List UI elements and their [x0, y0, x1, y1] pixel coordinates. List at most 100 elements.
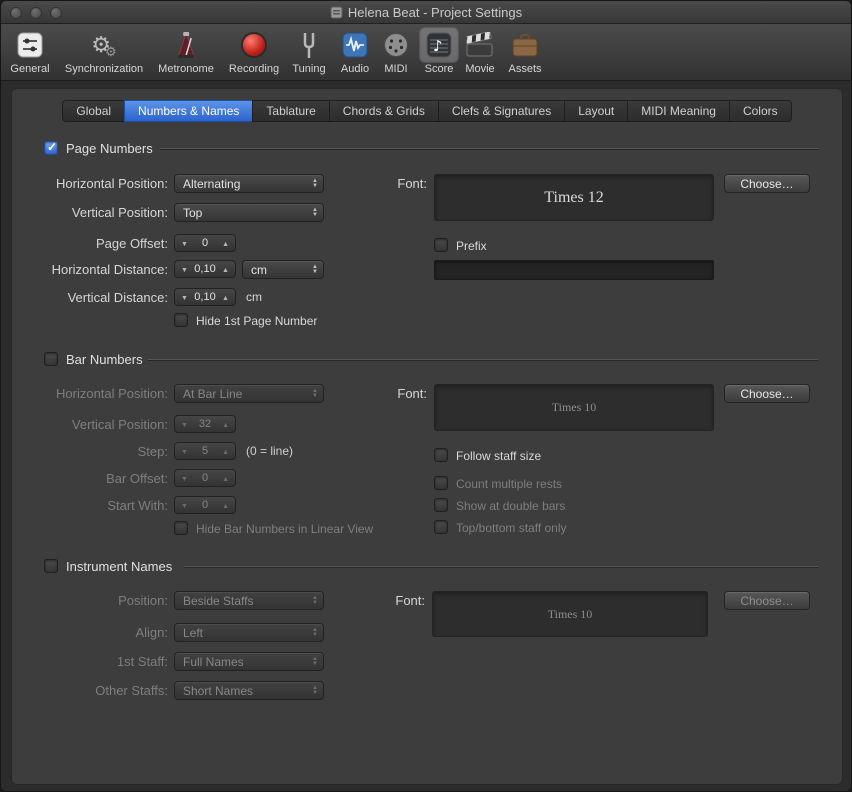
page-font-box: Times 12: [434, 174, 714, 221]
toolbar-label: Tuning: [292, 63, 325, 75]
popup-arrows-icon: [312, 628, 318, 638]
page-offset-stepper[interactable]: 0: [174, 234, 236, 252]
bar-font-box: Times 10: [434, 384, 714, 431]
toolbar-item-general[interactable]: General: [10, 27, 50, 75]
section-divider: [184, 566, 818, 567]
page-offset-label: Page Offset:: [12, 236, 168, 251]
toolbar-label: MIDI: [384, 63, 407, 75]
vertical-distance-unit-text: cm: [246, 290, 262, 304]
svg-text:♪: ♪: [433, 37, 443, 55]
start-with-stepper: 0: [174, 496, 236, 514]
popup-arrows-icon: [312, 686, 318, 696]
title-bar: Helena Beat - Project Settings: [1, 1, 851, 24]
tab-chords-grids[interactable]: Chords & Grids: [329, 100, 439, 122]
show-double-bars-label: Show at double bars: [456, 499, 565, 513]
popup-arrows-icon: [312, 208, 318, 218]
toolbar-item-midi[interactable]: MIDI: [376, 27, 416, 75]
bar-horizontal-position-label: Horizontal Position:: [12, 386, 168, 401]
vertical-distance-label: Vertical Distance:: [12, 290, 168, 305]
minimize-window-button[interactable]: [30, 7, 42, 19]
horizontal-position-popup[interactable]: Alternating: [174, 174, 324, 193]
stepper-value: 0: [202, 472, 208, 484]
bar-vertical-position-label: Vertical Position:: [12, 417, 168, 432]
tab-global[interactable]: Global: [62, 100, 125, 122]
toolbar-label: Movie: [465, 63, 494, 75]
page-font-choose-button[interactable]: Choose…: [724, 174, 810, 193]
hide-first-page-number-checkbox[interactable]: [174, 313, 188, 327]
step-hint-text: (0 = line): [246, 444, 293, 458]
popup-value: Full Names: [183, 655, 244, 669]
traffic-lights: [10, 7, 62, 19]
align-label: Align:: [12, 625, 168, 640]
stepper-down-icon: [181, 472, 188, 484]
vertical-distance-stepper[interactable]: 0,10: [174, 288, 236, 306]
horizontal-distance-stepper[interactable]: 0,10: [174, 260, 236, 278]
toolbar-item-tuning[interactable]: Tuning: [292, 27, 326, 75]
vertical-position-popup[interactable]: Top: [174, 203, 324, 222]
follow-staff-size-label: Follow staff size: [456, 449, 541, 463]
bar-numbers-checkbox[interactable]: [44, 352, 58, 366]
popup-value: cm: [251, 263, 267, 277]
window-title-group: Helena Beat - Project Settings: [330, 5, 522, 20]
stepper-down-icon: [181, 263, 188, 275]
toolbar-item-assets[interactable]: Assets: [505, 27, 545, 75]
prefix-checkbox[interactable]: [434, 238, 448, 252]
toolbar-label: Metronome: [158, 63, 214, 75]
assets-icon: [505, 27, 545, 63]
instrument-font-choose-button: Choose…: [724, 591, 810, 610]
bar-font-choose-button[interactable]: Choose…: [724, 384, 810, 403]
bar-offset-label: Bar Offset:: [12, 471, 168, 486]
hide-first-page-number-label: Hide 1st Page Number: [196, 314, 317, 328]
popup-arrows-icon: [312, 179, 318, 189]
stepper-down-icon: [181, 418, 188, 430]
popup-arrows-icon: [312, 265, 318, 275]
bar-horizontal-position-popup: At Bar Line: [174, 384, 324, 403]
stepper-value: 0: [202, 237, 208, 249]
align-popup: Left: [174, 623, 324, 642]
tab-midi-meaning[interactable]: MIDI Meaning: [627, 100, 730, 122]
tab-clefs-signatures[interactable]: Clefs & Signatures: [438, 100, 565, 122]
popup-value: Left: [183, 626, 203, 640]
stepper-up-icon: [222, 237, 229, 249]
prefix-input[interactable]: [434, 260, 714, 280]
toolbar-item-movie[interactable]: Movie: [459, 27, 501, 75]
audio-icon: [335, 27, 375, 63]
toolbar-item-score[interactable]: ♪ Score: [419, 27, 459, 75]
hide-bar-numbers-linear-label: Hide Bar Numbers in Linear View: [196, 522, 373, 536]
popup-arrows-icon: [312, 657, 318, 667]
show-double-bars-checkbox: [434, 498, 448, 512]
stepper-value: 0: [202, 499, 208, 511]
instrument-font-value: Times 10: [548, 607, 593, 622]
tab-colors[interactable]: Colors: [729, 100, 792, 122]
page-numbers-section-title: Page Numbers: [66, 141, 153, 156]
count-multiple-rests-checkbox: [434, 476, 448, 490]
position-popup: Beside Staffs: [174, 591, 324, 610]
stepper-up-icon: [222, 445, 229, 457]
popup-arrows-icon: [312, 389, 318, 399]
movie-icon: [459, 27, 501, 63]
instrument-names-section-title: Instrument Names: [66, 559, 172, 574]
section-divider: [148, 359, 818, 360]
stepper-down-icon: [181, 237, 188, 249]
toolbar-item-synchronization[interactable]: ⚙⚙ Synchronization: [65, 27, 143, 75]
zoom-window-button[interactable]: [50, 7, 62, 19]
close-window-button[interactable]: [10, 7, 22, 19]
recording-icon: [236, 27, 272, 63]
follow-staff-size-checkbox: [434, 448, 448, 462]
stepper-up-icon: [222, 472, 229, 484]
toolbar-item-recording[interactable]: Recording: [229, 27, 279, 75]
first-staff-popup: Full Names: [174, 652, 324, 671]
toolbar-item-metronome[interactable]: Metronome: [158, 27, 214, 75]
top-bottom-staff-checkbox: [434, 520, 448, 534]
horizontal-distance-unit-popup[interactable]: cm: [242, 260, 324, 279]
midi-icon: [376, 27, 416, 63]
tab-numbers-names[interactable]: Numbers & Names: [124, 100, 253, 122]
tab-layout[interactable]: Layout: [564, 100, 628, 122]
hide-bar-numbers-linear-checkbox: [174, 521, 188, 535]
toolbar-item-audio[interactable]: Audio: [335, 27, 375, 75]
project-settings-window: Helena Beat - Project Settings General ⚙…: [0, 0, 852, 792]
tab-tablature[interactable]: Tablature: [252, 100, 329, 122]
other-staffs-popup: Short Names: [174, 681, 324, 700]
instrument-names-checkbox[interactable]: [44, 559, 58, 573]
page-numbers-checkbox[interactable]: [44, 141, 58, 155]
